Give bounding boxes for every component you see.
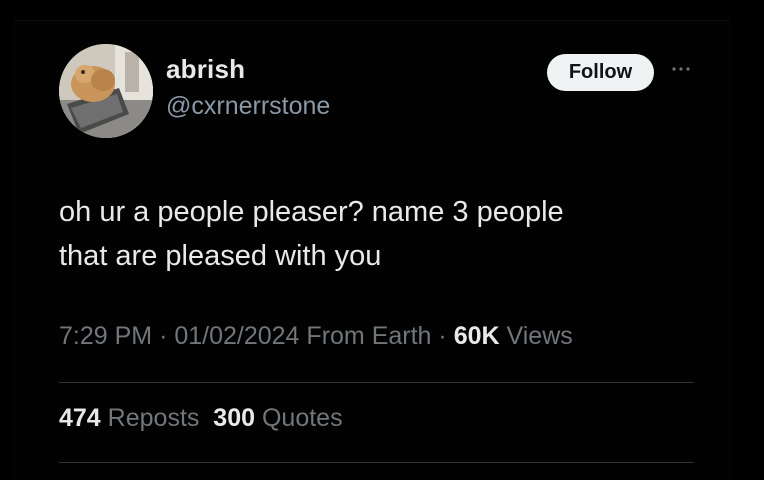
divider [59,382,694,383]
more-horizontal-icon[interactable] [669,62,693,76]
divider [59,462,694,463]
tweet-source: From Earth [306,322,432,350]
tweet-text: oh ur a people pleaser? name 3 people th… [59,196,564,272]
display-name[interactable]: abrish [166,54,245,85]
follow-button[interactable]: Follow [547,54,654,91]
avatar-image [59,44,153,138]
user-handle[interactable]: @cxrnerrstone [166,92,330,121]
tweet-meta: 7:29 PM · 01/02/2024 From Earth · 60K Vi… [59,322,573,351]
tweet-time[interactable]: 7:29 PM [59,322,152,350]
reposts-link[interactable]: 474 Reposts [59,404,199,432]
meta-separator: · [438,322,447,350]
reposts-count: 474 [59,404,101,432]
tweet-page: abrish @cxrnerrstone Follow oh ur a peop… [0,0,764,480]
quotes-link[interactable]: 300 Quotes [213,404,342,432]
views-label: Views [506,322,573,350]
quotes-count: 300 [213,404,256,432]
quotes-label: Quotes [261,404,343,432]
meta-separator: · [159,322,168,350]
views-count: 60K [453,322,500,350]
avatar[interactable] [59,44,153,138]
engagement-stats: 474 Reposts 300 Quotes [59,404,343,433]
tweet-date[interactable]: 01/02/2024 [174,322,299,350]
reposts-label: Reposts [107,404,200,432]
